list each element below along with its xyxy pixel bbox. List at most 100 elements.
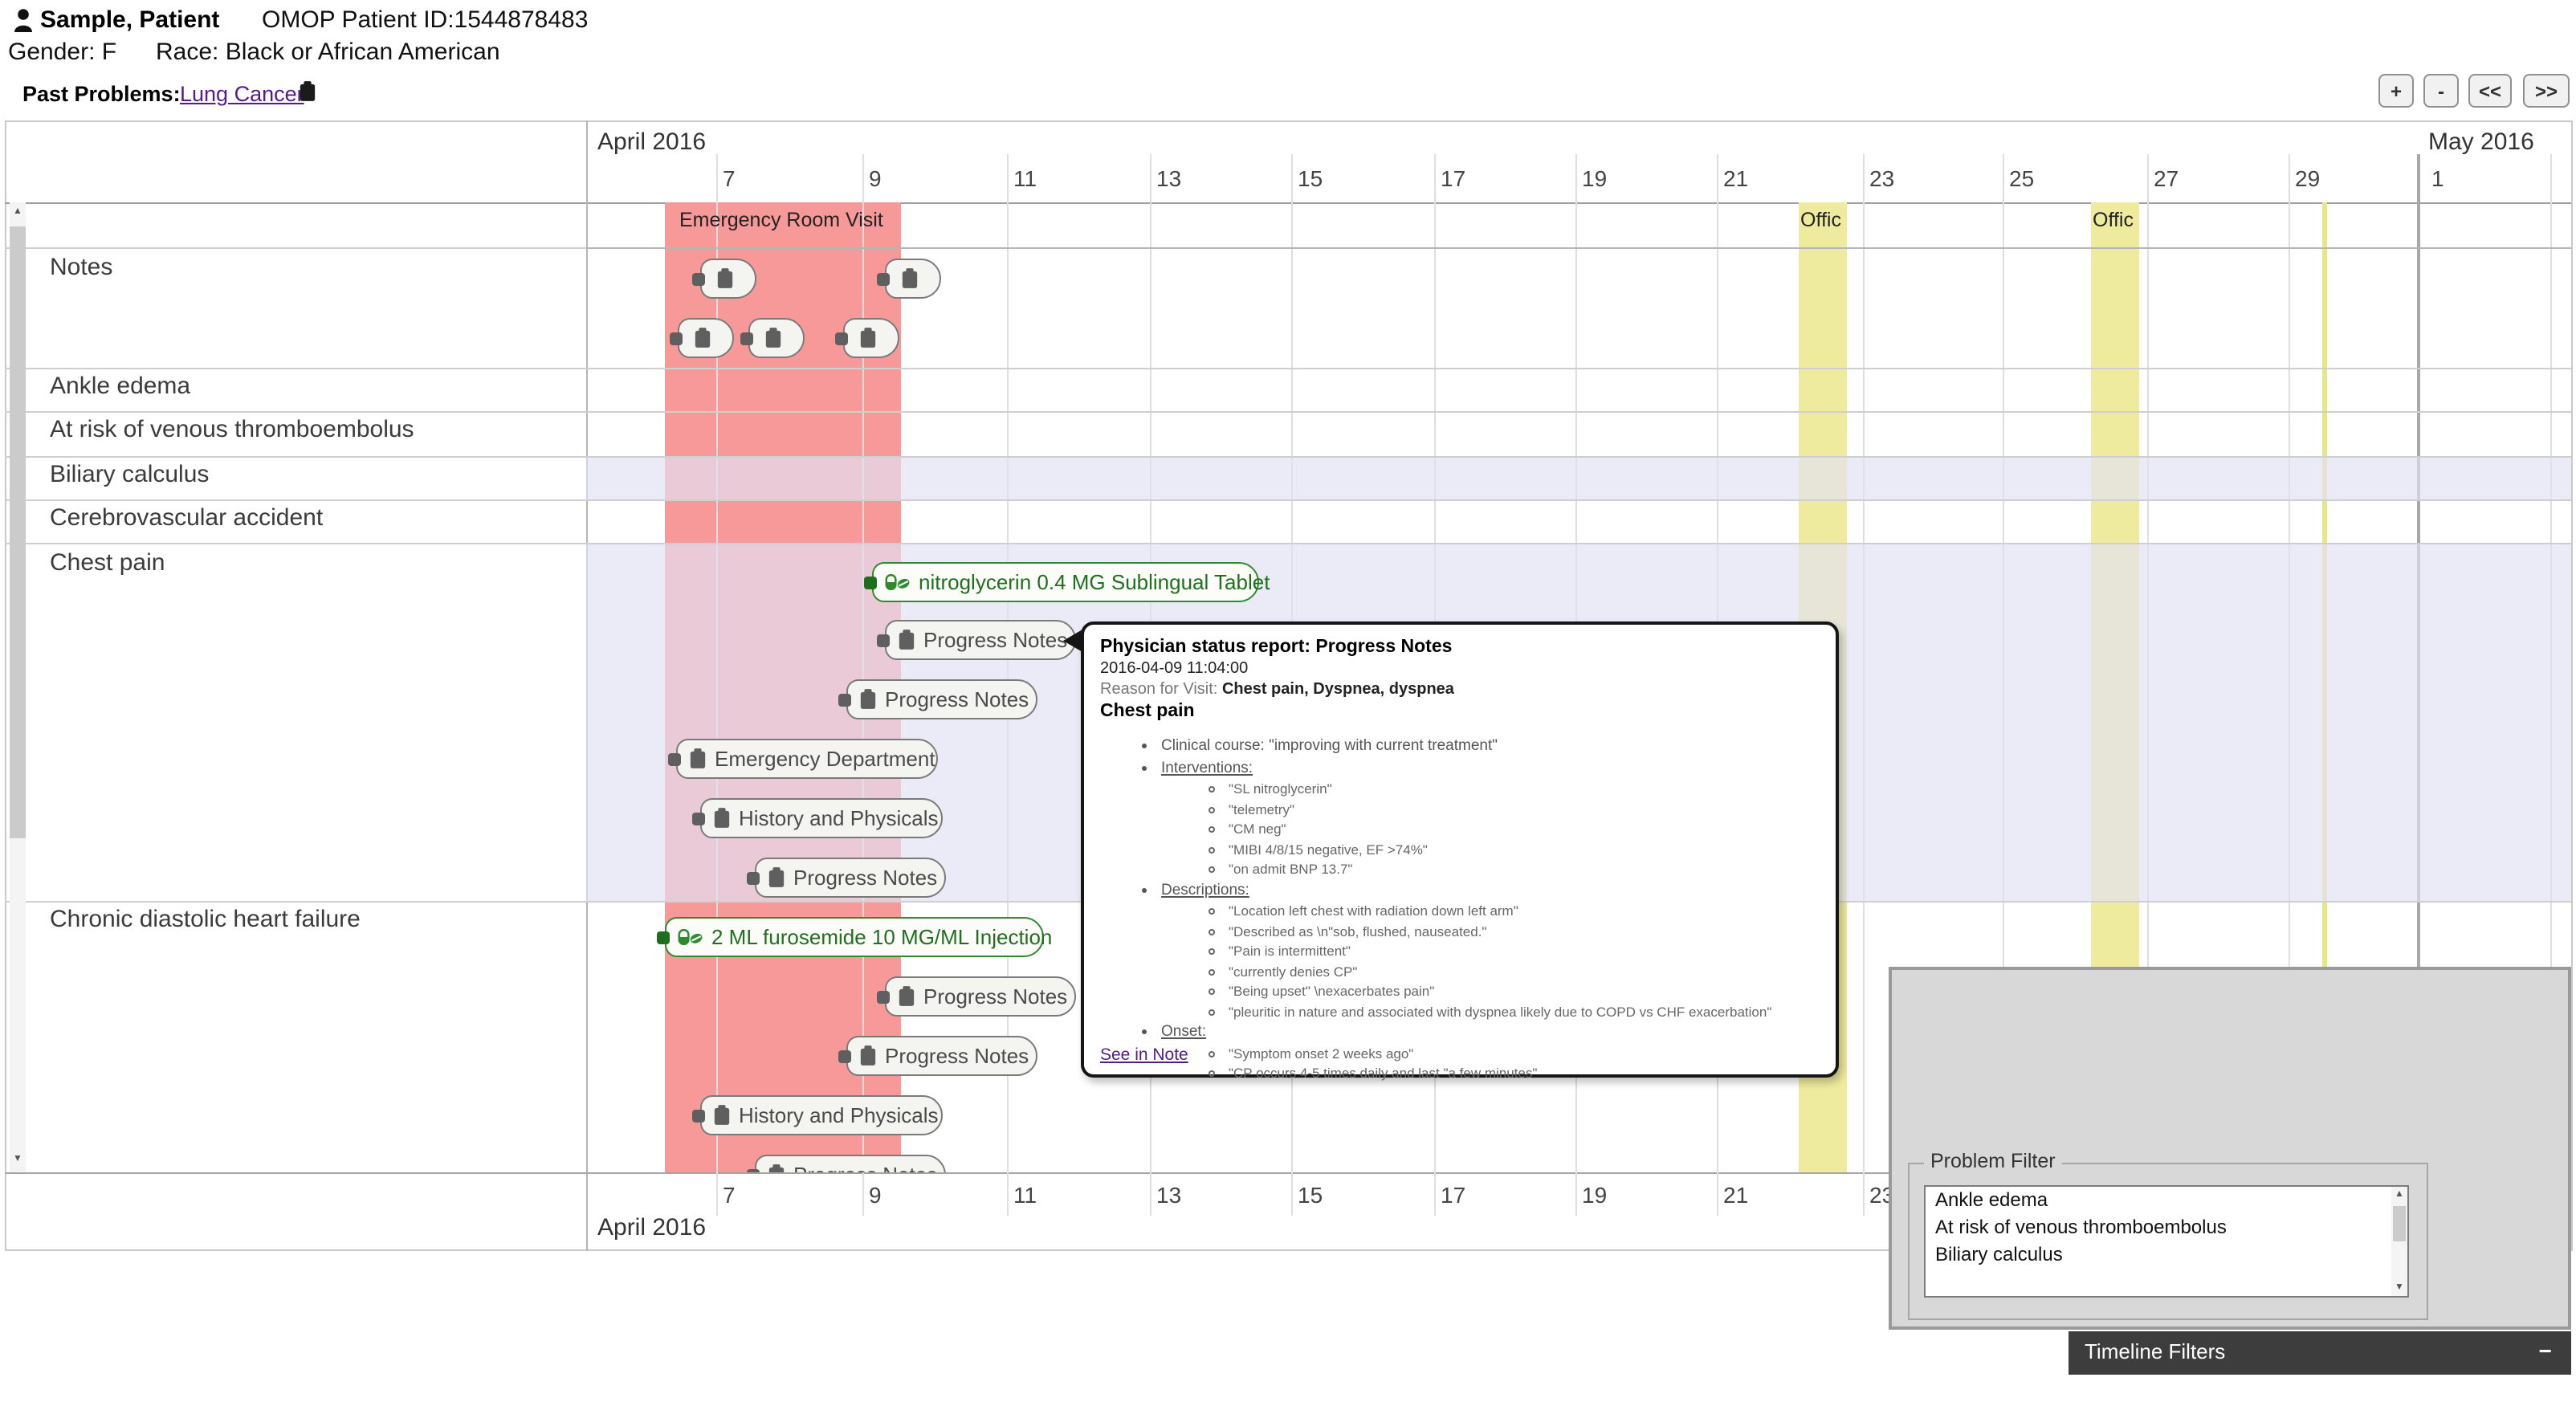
see-in-note-link[interactable]: See in Note [1100,1045,1188,1065]
office-visit-label: Offic [1800,209,1847,231]
note-pill-progress-notes[interactable]: Progress Notes [755,1155,946,1172]
gridline [1007,154,1009,202]
gridline [1717,154,1718,202]
gridline [2289,154,2290,202]
row-line [586,499,2571,501]
gridline [862,1172,864,1216]
tooltip-sub-bullet: "currently denies CP" [1229,961,1820,981]
top-axis-month-april: April 2016 [597,128,706,156]
patient-timeline-app: Sample, Patient OMOP Patient ID:15448784… [0,0,2576,1410]
note-pill-label: Emergency Department [715,747,935,771]
gridline [1434,1172,1436,1216]
note-pill-label: Progress Notes [885,687,1029,711]
drug-pill-nitroglycerin[interactable]: nitroglycerin 0.4 MG Sublingual Tablet [872,562,1259,602]
note-pill-history-physicals[interactable]: History and Physicals [700,1095,943,1135]
table-right-border [2571,120,2573,1251]
axis-tick: 9 [869,165,882,191]
gridline [1434,154,1436,202]
gridline [1007,1172,1009,1216]
note-pill[interactable] [885,259,941,299]
row-label-cerebrovascular-accident: Cerebrovascular accident [50,504,323,532]
note-pill-progress-notes[interactable]: Progress Notes [885,976,1076,1017]
collapse-icon[interactable]: − [2539,1338,2552,1363]
past-problems-label: Past Problems: [22,82,181,106]
bottom-axis-month: April 2016 [597,1214,706,1241]
axis-tick: 11 [1013,165,1037,191]
note-pill-label: History and Physicals [739,806,939,830]
row-label-biliary-calculus: Biliary calculus [50,461,209,488]
note-pill-history-physicals[interactable]: History and Physicals [700,798,943,838]
row-label-venous-thromboembolus: At risk of venous thromboembolus [50,416,414,443]
note-pill-progress-notes[interactable]: Progress Notes [846,1036,1037,1076]
pan-left-button[interactable]: << [2468,74,2512,108]
office-visit-label: Offic [2093,209,2139,231]
past-problem-link[interactable]: Lung Cancer [180,82,304,106]
gridline [2003,154,2004,202]
list-item[interactable]: Biliary calculus [1926,1241,2407,1269]
scroll-up-icon[interactable]: ▲ [10,207,26,217]
row-highlight-biliary [586,456,2571,499]
timeline-filters-bar[interactable]: Timeline Filters − [2069,1331,2571,1375]
note-pill[interactable] [748,318,805,358]
note-pill[interactable] [843,318,899,358]
gridline [716,1172,718,1216]
axis-tick: 19 [1582,1182,1607,1208]
row-label-notes: Notes [50,254,112,281]
drug-pill-furosemide[interactable]: 2 ML furosemide 10 MG/ML Injection [665,917,1044,957]
axis-tick: 23 [1869,165,1894,191]
scroll-up-icon[interactable]: ▲ [2391,1190,2407,1200]
er-visit-label: Emergency Room Visit [679,209,883,231]
gridline [1291,154,1293,202]
note-pill-progress-notes[interactable]: Progress Notes [885,620,1076,660]
tooltip-sub-bullet: "on admit BNP 13.7" [1229,859,1820,879]
tooltip-sub-bullet: "Described as \n"sob, flushed, nauseated… [1229,921,1820,941]
axis-tick: 1 [2431,165,2444,191]
note-pill[interactable] [700,259,756,299]
gridline [1717,1172,1718,1216]
tooltip-sub-bullet: "CP occurs 4-5 times daily and last "a f… [1229,1063,1820,1083]
row-line [5,456,586,458]
list-item[interactable]: At risk of venous thromboembolus [1926,1214,2407,1241]
zoom-in-button[interactable]: + [2378,74,2414,108]
note-pill[interactable] [678,318,734,358]
scrollbar-thumb[interactable] [2393,1206,2406,1241]
scroll-down-icon[interactable]: ▼ [2391,1283,2407,1293]
problem-filter-listbox[interactable]: Ankle edema At risk of venous thromboemb… [1924,1185,2409,1298]
list-item[interactable]: Ankle edema [1926,1187,2407,1214]
clipboard-icon [299,80,316,111]
tooltip-title: Physician status report: Progress Notes [1100,636,1820,658]
table-top-border [5,120,2571,122]
axis-tick: 17 [1441,165,1465,191]
note-pill-progress-notes[interactable]: Progress Notes [755,858,946,898]
listbox-scrollbar[interactable] [2391,1187,2407,1296]
top-axis-ticks: 5 7 9 11 13 15 17 19 21 23 25 27 29 1 [586,154,2571,202]
tooltip-arrow [1063,630,1082,652]
note-pill-emergency-department[interactable]: Emergency Department [676,739,938,779]
row-line [586,543,2571,544]
row-line [5,411,586,413]
drug-pill-label: nitroglycerin 0.4 MG Sublingual Tablet [919,570,1270,594]
tooltip-sub-bullet: "pleuritic in nature and associated with… [1229,1001,1820,1021]
scrollbar-thumb[interactable] [10,226,26,838]
tooltip-bullet: Clinical course: "improving with current… [1161,736,1820,757]
top-axis-month-may: May 2016 [2428,128,2534,156]
gridline [1575,154,1577,202]
gridline [1575,1172,1577,1216]
gridline [1150,154,1151,202]
axis-tick: 7 [723,165,736,191]
note-pill-progress-notes[interactable]: Progress Notes [846,679,1037,719]
axis-tick: 17 [1441,1182,1465,1208]
tooltip-bullet: Onset: "Symptom onset 2 weeks ago" "CP o… [1161,1021,1820,1083]
tooltip-bullet: Interventions: "SL nitroglycerin" "telem… [1161,757,1820,879]
note-pill-label: Progress Notes [793,1163,937,1172]
gridline [1150,1172,1151,1216]
gridline [1863,1172,1865,1216]
pan-right-button[interactable]: >> [2523,74,2570,108]
gridline [862,154,864,202]
zoom-out-button[interactable]: - [2423,74,2459,108]
row-label-chest-pain: Chest pain [50,549,165,577]
axis-tick: 15 [1298,165,1323,191]
scroll-down-icon[interactable]: ▼ [10,1155,26,1164]
axis-tick: 13 [1156,165,1181,191]
tooltip-sub-bullet: "SL nitroglycerin" [1229,779,1820,799]
